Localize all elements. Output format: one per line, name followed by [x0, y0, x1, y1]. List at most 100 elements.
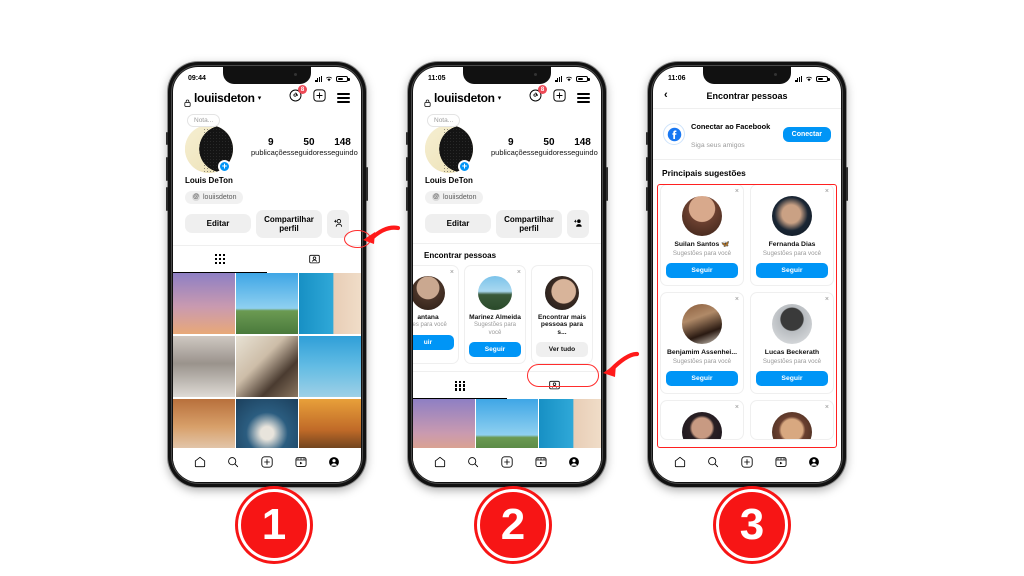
search-icon[interactable]: [707, 456, 719, 468]
grid-photo[interactable]: [299, 272, 361, 335]
close-icon[interactable]: ×: [517, 269, 521, 276]
hamburger-menu-icon[interactable]: [577, 93, 590, 103]
add-person-button[interactable]: [327, 209, 349, 238]
see-all-button[interactable]: Ver tudo: [536, 342, 588, 358]
phone-3-volume-up[interactable]: [646, 157, 648, 181]
profile-icon[interactable]: [328, 456, 340, 468]
follow-button[interactable]: Seguir: [666, 371, 738, 387]
suggestion-card[interactable]: × Suilan Santos 🦋 Sugestões para você Se…: [660, 184, 744, 287]
add-person-button[interactable]: [567, 209, 589, 238]
phone-1-power-button[interactable]: [366, 167, 368, 201]
profile-icon[interactable]: [568, 456, 580, 468]
tab-tagged[interactable]: [507, 372, 601, 399]
phone-2-mute-switch[interactable]: [406, 132, 408, 145]
reels-icon[interactable]: [295, 456, 307, 468]
follow-button[interactable]: uir: [413, 334, 454, 350]
follow-button[interactable]: Seguir: [666, 263, 738, 279]
note-bubble[interactable]: Nota...: [427, 114, 461, 127]
phone-3-volume-down[interactable]: [646, 187, 648, 211]
suggestion-card[interactable]: × Fernanda Dias Sugestões para você Segu…: [750, 184, 834, 287]
suggestion-card[interactable]: ×: [660, 400, 744, 441]
avatar[interactable]: [682, 196, 722, 236]
share-profile-button[interactable]: Compartilhar perfil: [496, 209, 562, 238]
add-story-button[interactable]: +: [458, 160, 471, 173]
phone-2-power-button[interactable]: [606, 167, 608, 201]
edit-profile-button[interactable]: Editar: [425, 214, 491, 233]
stat-publicacoes[interactable]: 9 publicações: [491, 137, 531, 158]
avatar[interactable]: [772, 304, 812, 345]
suggestion-card-see-all[interactable]: Encontrar mais pessoas para s... Ver tud…: [531, 264, 593, 365]
close-icon[interactable]: ×: [825, 404, 829, 411]
phone-2-threads-chip[interactable]: @ louiisdeton: [425, 190, 484, 204]
avatar[interactable]: [772, 412, 812, 440]
grid-photo[interactable]: [173, 335, 235, 398]
avatar[interactable]: [772, 196, 812, 236]
new-post-icon[interactable]: [261, 455, 273, 468]
phone-1-volume-down[interactable]: [166, 187, 168, 211]
close-icon[interactable]: ×: [735, 296, 739, 303]
stat-publicacoes[interactable]: 9 publicações: [251, 137, 291, 158]
phone-2-username-dropdown[interactable]: louiisdeton ▾: [424, 91, 501, 107]
avatar[interactable]: [682, 412, 722, 440]
reels-icon[interactable]: [535, 456, 547, 468]
suggestion-card[interactable]: × antana ões para você uir: [413, 264, 459, 365]
home-icon[interactable]: [674, 456, 686, 468]
follow-button[interactable]: Seguir: [756, 263, 828, 279]
phone-1-username-dropdown[interactable]: louiisdeton ▾: [184, 91, 261, 107]
search-icon[interactable]: [467, 456, 479, 468]
search-icon[interactable]: [227, 456, 239, 468]
grid-photo[interactable]: [173, 272, 235, 335]
new-post-icon[interactable]: [741, 455, 753, 468]
avatar[interactable]: [682, 304, 722, 345]
suggestion-card[interactable]: ×: [750, 400, 834, 441]
share-profile-button[interactable]: Compartilhar perfil: [256, 209, 322, 238]
plus-square-icon[interactable]: [313, 89, 326, 107]
note-bubble[interactable]: Nota...: [187, 114, 221, 127]
phone-2-volume-down[interactable]: [406, 187, 408, 211]
suggestion-card[interactable]: × Marinez Almeida Sugestões para você Se…: [464, 264, 526, 365]
stat-seguidores[interactable]: 50 seguidores: [291, 137, 328, 158]
close-icon[interactable]: ×: [825, 296, 829, 303]
find-people-carousel[interactable]: × antana ões para você uir × Marinez Alm…: [413, 264, 601, 365]
edit-profile-button[interactable]: Editar: [185, 214, 251, 233]
close-icon[interactable]: ×: [735, 188, 739, 195]
hamburger-menu-icon[interactable]: [337, 93, 350, 103]
grid-photo[interactable]: [236, 335, 298, 398]
add-story-button[interactable]: +: [218, 160, 231, 173]
avatar[interactable]: [413, 275, 445, 310]
follow-button[interactable]: Seguir: [469, 341, 521, 357]
phone-1-avatar-area[interactable]: Nota... +: [185, 114, 241, 174]
suggestion-card[interactable]: × Benjamim Assenhei... Sugestões para vo…: [660, 292, 744, 395]
close-icon[interactable]: ×: [825, 188, 829, 195]
avatar[interactable]: [478, 275, 512, 310]
stat-seguindo[interactable]: 148 seguindo: [327, 137, 357, 158]
phone-1-mute-switch[interactable]: [166, 132, 168, 145]
plus-square-icon[interactable]: [553, 89, 566, 107]
phone-2-volume-up[interactable]: [406, 157, 408, 181]
phone-1-threads-chip[interactable]: @ louiisdeton: [185, 190, 244, 204]
threads-icon[interactable]: 8: [289, 85, 307, 107]
grid-photo[interactable]: [236, 272, 298, 335]
home-icon[interactable]: [434, 456, 446, 468]
tab-grid[interactable]: [413, 372, 507, 400]
phone-2-avatar-area[interactable]: Nota... +: [425, 114, 481, 174]
suggestion-name: Benjamim Assenhei...: [666, 349, 737, 357]
new-post-icon[interactable]: [501, 455, 513, 468]
tab-tagged[interactable]: [267, 246, 361, 273]
phone-3-power-button[interactable]: [846, 167, 848, 201]
follow-button[interactable]: Seguir: [756, 371, 828, 387]
grid-photo[interactable]: [299, 335, 361, 398]
connect-button[interactable]: Conectar: [782, 126, 831, 142]
phone-3-mute-switch[interactable]: [646, 132, 648, 145]
threads-icon[interactable]: 8: [529, 85, 547, 107]
close-icon[interactable]: ×: [450, 269, 454, 276]
suggestion-card[interactable]: × Lucas Beckerath Sugestões para você Se…: [750, 292, 834, 395]
stat-seguindo[interactable]: 148 seguindo: [567, 137, 597, 158]
profile-icon[interactable]: [808, 456, 820, 468]
phone-1-volume-up[interactable]: [166, 157, 168, 181]
home-icon[interactable]: [194, 456, 206, 468]
tab-grid[interactable]: [173, 246, 267, 273]
close-icon[interactable]: ×: [735, 404, 739, 411]
stat-seguidores[interactable]: 50 seguidores: [531, 137, 568, 158]
reels-icon[interactable]: [775, 456, 787, 468]
